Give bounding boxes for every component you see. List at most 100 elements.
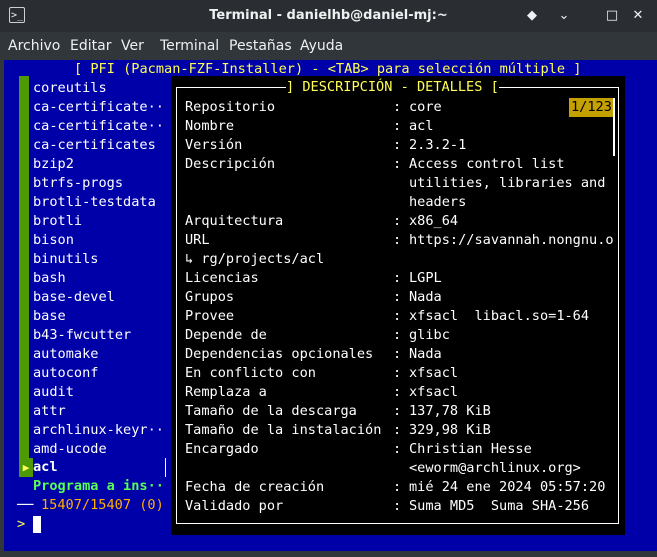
- detail-value: Suma MD5 Suma SHA-256: [409, 498, 590, 514]
- detail-value: utilities, libraries and: [409, 175, 606, 191]
- keep-above-icon[interactable]: ◆: [523, 7, 541, 25]
- detail-separator: :: [393, 403, 402, 419]
- menu-editar[interactable]: Editar: [70, 38, 111, 54]
- list-scrollbar: [165, 458, 166, 477]
- detail-separator: :: [393, 232, 402, 248]
- detail-separator: :: [393, 365, 402, 381]
- detail-separator: :: [393, 289, 402, 305]
- detail-label: Validado por: [185, 498, 284, 514]
- detail-label: Descripción: [185, 156, 276, 172]
- menu-ayuda[interactable]: Ayuda: [300, 38, 343, 54]
- detail-value: mié 24 ene 2024 05:57:20: [409, 479, 606, 495]
- detail-value: Christian Hesse: [409, 441, 532, 457]
- maximize-button[interactable]: □: [603, 7, 621, 25]
- detail-separator: :: [393, 99, 402, 115]
- detail-separator: :: [393, 137, 402, 153]
- detail-label: Repositorio: [185, 99, 276, 115]
- list-item[interactable]: archlinux-keyr··: [33, 421, 164, 440]
- detail-separator: :: [393, 156, 402, 172]
- counter-prefix: ──: [17, 497, 34, 513]
- list-item[interactable]: btrfs-progs: [33, 174, 123, 193]
- status-line: Programa a ins··: [33, 478, 164, 494]
- list-item[interactable]: autoconf: [33, 364, 98, 383]
- detail-separator: :: [393, 384, 402, 400]
- detail-value: <eworm@archlinux.org>: [409, 460, 581, 476]
- detail-label: ↳ rg/projects/acl: [185, 251, 325, 267]
- prompt-symbol: >: [17, 516, 26, 532]
- terminal-area[interactable]: [ PFI (Pacman-FZF-Installer) - <TAB> par…: [4, 60, 657, 551]
- list-gutter: [19, 76, 29, 472]
- list-item[interactable]: brotli: [33, 212, 82, 231]
- detail-value: Nada: [409, 346, 442, 362]
- preview-position-badge: 1/123: [569, 98, 614, 117]
- detail-label: Licencias: [185, 270, 259, 286]
- list-item[interactable]: attr: [33, 402, 66, 421]
- detail-label: Depende de: [185, 327, 267, 343]
- detail-value: core: [409, 99, 442, 115]
- menu-pestanas[interactable]: Pestañas: [229, 38, 292, 54]
- list-item[interactable]: automake: [33, 345, 98, 364]
- menu-bar: Archivo Editar Ver Terminal Pestañas Ayu…: [0, 32, 657, 60]
- detail-value: Access control list: [409, 156, 565, 172]
- detail-label: Grupos: [185, 289, 235, 305]
- detail-separator: :: [393, 441, 402, 457]
- list-item[interactable]: ca-certificate··: [33, 98, 164, 117]
- detail-separator: :: [393, 479, 402, 495]
- detail-label: Remplaza a: [185, 384, 267, 400]
- detail-label: Tamaño de la descarga: [185, 403, 357, 419]
- minimize-button[interactable]: ⌄: [555, 7, 573, 25]
- detail-value: xfsacl: [409, 365, 459, 381]
- detail-label: Provee: [185, 308, 235, 324]
- menu-archivo[interactable]: Archivo: [8, 38, 60, 54]
- detail-value: 2.3.2-1: [409, 137, 467, 153]
- preview-scrollbar[interactable]: [613, 98, 615, 156]
- detail-separator: :: [393, 213, 402, 229]
- detail-value: headers: [409, 194, 467, 210]
- detail-value: Nada: [409, 289, 442, 305]
- detail-separator: :: [393, 308, 402, 324]
- selection-pointer-icon: ▶: [19, 458, 33, 477]
- detail-label: Encargado: [185, 441, 259, 457]
- detail-separator: :: [393, 498, 402, 514]
- detail-value: LGPL: [409, 270, 442, 286]
- list-item[interactable]: coreutils: [33, 79, 107, 98]
- list-item[interactable]: amd-ucode: [33, 440, 107, 459]
- detail-separator: :: [393, 346, 402, 362]
- list-item[interactable]: ca-certificate··: [33, 117, 164, 136]
- text-cursor: [33, 516, 41, 533]
- preview-title: ] DESCRIPCIÓN - DETALLES [: [286, 78, 499, 97]
- detail-value: x86_64: [409, 213, 459, 229]
- list-item[interactable]: brotli-testdata: [33, 193, 156, 212]
- detail-value: xfsacl libacl.so=1-64: [409, 308, 590, 324]
- detail-separator: :: [393, 118, 402, 134]
- list-item[interactable]: b43-fwcutter: [33, 326, 131, 345]
- list-item[interactable]: bash: [33, 269, 66, 288]
- detail-value: 329,98 KiB: [409, 422, 491, 438]
- detail-value: 137,78 KiB: [409, 403, 491, 419]
- detail-value: xfsacl: [409, 384, 459, 400]
- close-button[interactable]: ✕: [629, 7, 647, 25]
- list-item[interactable]: binutils: [33, 250, 98, 269]
- selected-package[interactable]: acl: [33, 458, 58, 477]
- list-item[interactable]: audit: [33, 383, 74, 402]
- list-item[interactable]: base-devel: [33, 288, 115, 307]
- detail-value: https://savannah.nongnu.o: [409, 232, 614, 248]
- detail-value: acl: [409, 118, 434, 134]
- detail-label: Nombre: [185, 118, 235, 134]
- detail-value: glibc: [409, 327, 450, 343]
- detail-label: URL: [185, 232, 210, 248]
- terminal-window: >_ Terminal - danielhb@daniel-mj:~ ◆ ⌄ □…: [0, 0, 657, 557]
- detail-label: Dependencias opcionales: [185, 346, 374, 362]
- detail-separator: :: [393, 327, 402, 343]
- title-bar[interactable]: >_ Terminal - danielhb@daniel-mj:~ ◆ ⌄ □…: [0, 0, 657, 32]
- list-item[interactable]: ca-certificates: [33, 136, 156, 155]
- detail-label: Fecha de creación: [185, 479, 325, 495]
- detail-separator: :: [393, 422, 402, 438]
- list-item[interactable]: bzip2: [33, 155, 74, 174]
- menu-terminal[interactable]: Terminal: [160, 38, 219, 54]
- detail-label: Arquitectura: [185, 213, 284, 229]
- detail-label: Versión: [185, 137, 243, 153]
- list-item[interactable]: bison: [33, 231, 74, 250]
- list-item[interactable]: base: [33, 307, 66, 326]
- menu-ver[interactable]: Ver: [121, 38, 144, 54]
